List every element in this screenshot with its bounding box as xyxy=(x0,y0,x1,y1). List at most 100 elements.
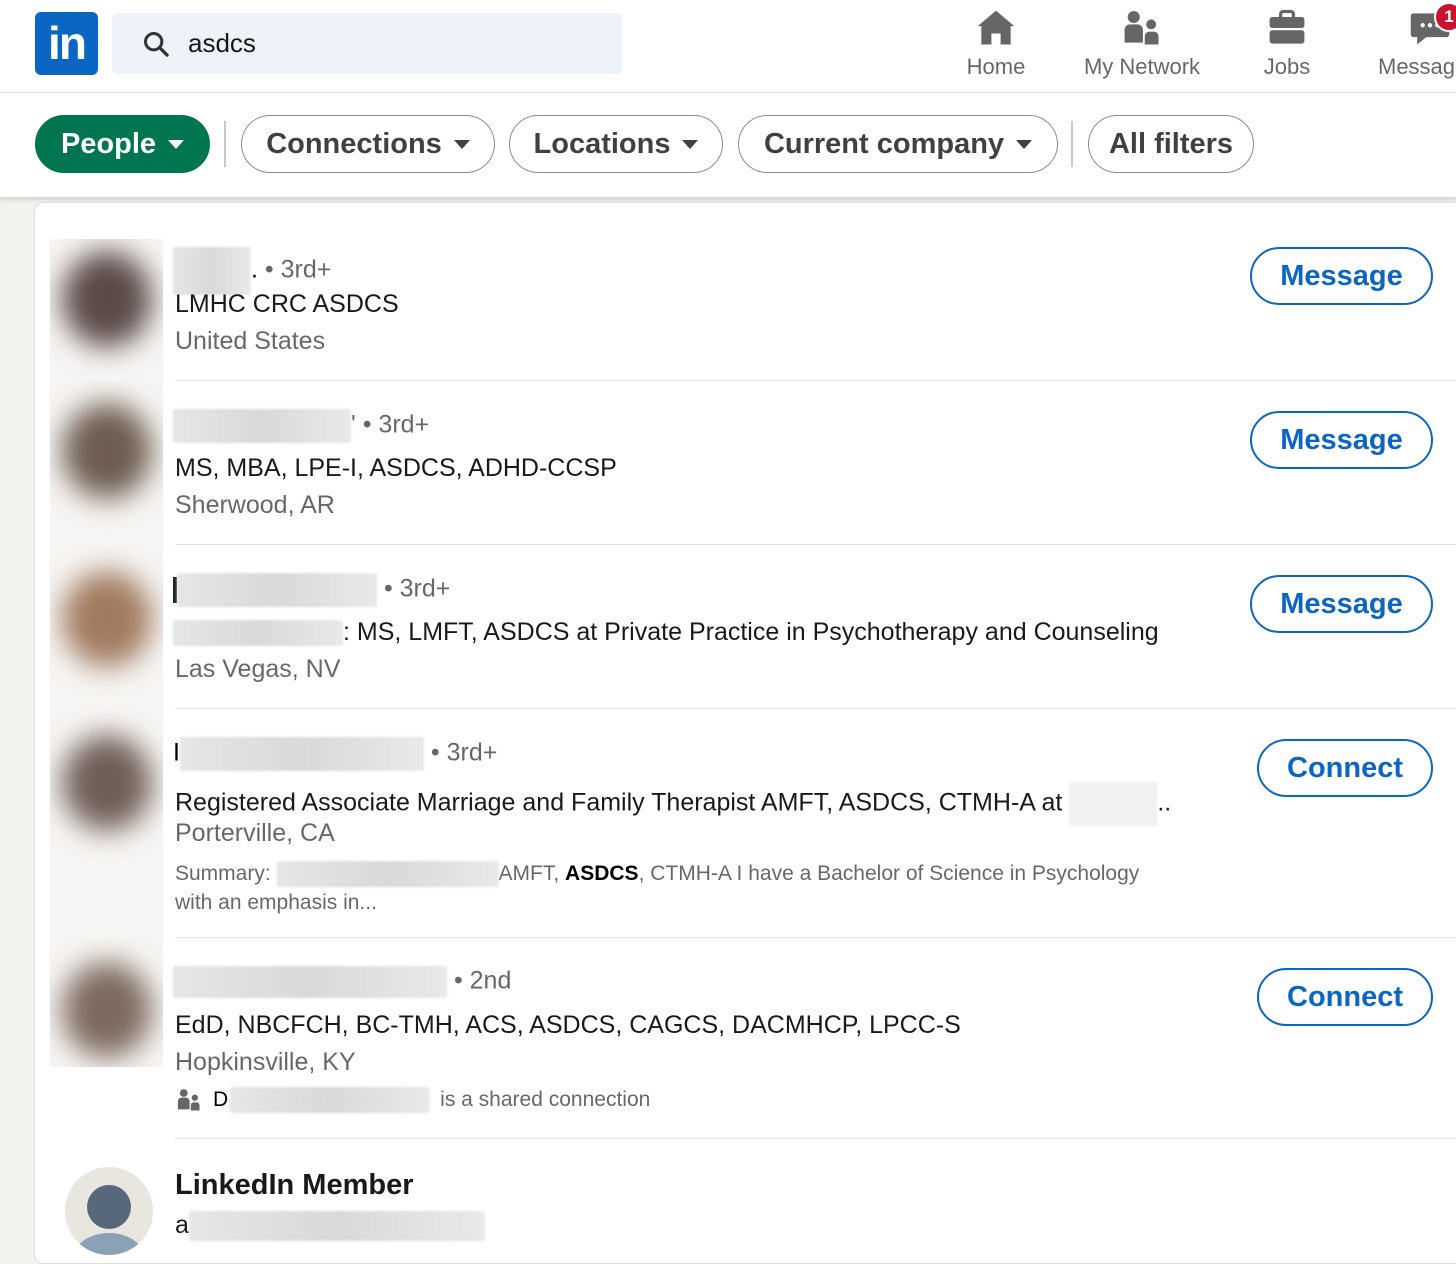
top-navigation-bar: in Home My Network Jobs xyxy=(0,0,1456,93)
home-icon xyxy=(977,10,1015,45)
result-name-line[interactable]: ' • 3rd+ xyxy=(173,409,429,443)
chevron-down-icon xyxy=(168,139,185,149)
filter-connections-label: Connections xyxy=(266,127,442,160)
result-location: Las Vegas, NV xyxy=(175,655,341,683)
search-icon xyxy=(143,31,169,57)
result-name-line[interactable]: I • 3rd+ xyxy=(173,737,497,771)
search-result-row[interactable]: • 3rd+ : MS, LMFT, ASDCS at Private Prac… xyxy=(35,545,1456,709)
redacted-name xyxy=(179,737,424,771)
nav-jobs-label: Jobs xyxy=(1263,54,1311,79)
connect-button[interactable]: Connect xyxy=(1257,739,1433,797)
filter-people-label: People xyxy=(60,127,157,160)
shared-prefix: D xyxy=(213,1088,229,1111)
redacted-name xyxy=(230,1086,431,1113)
avatar-color-blob xyxy=(62,403,152,499)
result-headline: MS, MBA, LPE-I, ASDCS, ADHD-CCSP xyxy=(175,454,617,482)
redacted-name xyxy=(173,966,447,998)
search-results-list: . • 3rd+ LMHC CRC ASDCS United States Me… xyxy=(34,202,1456,1264)
result-location: Sherwood, AR xyxy=(175,491,335,519)
search-result-row[interactable]: I • 3rd+ Registered Associate Marriage a… xyxy=(35,709,1456,938)
search-input[interactable] xyxy=(186,27,570,60)
summary-label: Summary: xyxy=(175,862,271,885)
result-location: United States xyxy=(175,327,326,355)
nav-jobs[interactable]: Jobs xyxy=(1255,6,1319,88)
result-headline: LMHC CRC ASDCS xyxy=(175,290,399,318)
person-silhouette-icon xyxy=(73,1185,145,1255)
result-location: Hopkinsville, KY xyxy=(175,1048,356,1076)
connection-degree: • 2nd xyxy=(453,966,512,995)
filter-divider xyxy=(224,121,226,167)
connection-degree: • 3rd+ xyxy=(383,574,451,603)
filter-current-company[interactable]: Current company xyxy=(738,115,1058,173)
profile-photo[interactable] xyxy=(50,545,163,709)
result-headline: Registered Associate Marriage and Family… xyxy=(175,788,1063,817)
nav-home-label: Home xyxy=(966,54,1026,79)
search-result-row[interactable]: • 2nd EdD, NBCFCH, BC-TMH, ACS, ASDCS, C… xyxy=(35,938,1456,1076)
member-headline-prefix: a xyxy=(175,1211,189,1239)
nav-messaging-label: Messag xyxy=(1378,54,1456,79)
redacted-name xyxy=(173,247,251,295)
summary-rest: , CTMH-A I have a Bachelor of Science in… xyxy=(638,862,1140,885)
avatar-color-blob xyxy=(62,962,152,1058)
redacted-text xyxy=(276,861,499,888)
filter-all-filters[interactable]: All filters xyxy=(1088,115,1254,173)
filter-locations-label: Locations xyxy=(533,127,671,160)
avatar-color-blob xyxy=(62,735,152,831)
search-result-row[interactable]: ' • 3rd+ MS, MBA, LPE-I, ASDCS, ADHD-CCS… xyxy=(35,381,1456,545)
profile-photo[interactable] xyxy=(50,938,163,1067)
headline-prefix: : xyxy=(343,618,350,646)
redacted-name xyxy=(177,573,377,607)
name-prefix: I xyxy=(173,738,180,767)
message-button[interactable]: Message xyxy=(1250,247,1433,305)
network-icon xyxy=(1124,10,1159,45)
redacted-text xyxy=(173,620,343,647)
message-button[interactable]: Message xyxy=(1250,575,1433,633)
summary-highlight: ASDCS xyxy=(565,862,639,885)
search-filter-bar: People Connections Locations Current com… xyxy=(0,93,1456,197)
result-name-line[interactable]: • 2nd xyxy=(173,966,511,998)
profile-photo[interactable] xyxy=(50,381,163,545)
filter-people[interactable]: People xyxy=(35,115,210,173)
nav-home[interactable]: Home xyxy=(955,6,1037,88)
profile-photo[interactable] xyxy=(50,709,163,938)
filter-locations[interactable]: Locations xyxy=(509,115,723,173)
summary-mid: AMFT, xyxy=(498,862,560,885)
redacted-name xyxy=(173,409,351,443)
notification-badge: 1 xyxy=(1434,2,1456,32)
result-headline-line: : MS, LMFT, ASDCS at Private Practice in… xyxy=(173,618,1159,647)
filter-divider xyxy=(1071,121,1073,167)
redacted-text xyxy=(188,1211,485,1242)
avatar-color-blob xyxy=(62,571,152,667)
chevron-down-icon xyxy=(682,139,699,149)
shared-connection-line[interactable]: D is a shared connection xyxy=(175,1085,1225,1114)
filter-current-company-label: Current company xyxy=(763,127,1005,160)
nav-my-network[interactable]: My Network xyxy=(1078,6,1206,88)
message-button[interactable]: Message xyxy=(1250,411,1433,469)
shared-connection-icon xyxy=(177,1088,200,1110)
search-box[interactable] xyxy=(112,13,622,74)
filter-connections[interactable]: Connections xyxy=(241,115,495,173)
member-name[interactable]: LinkedIn Member xyxy=(175,1169,414,1202)
redacted-text xyxy=(1069,782,1158,826)
connection-degree: • 3rd+ xyxy=(264,255,332,284)
connection-degree: • 3rd+ xyxy=(362,410,430,439)
chevron-down-icon xyxy=(453,139,470,149)
profile-photo[interactable] xyxy=(50,239,163,382)
filter-all-filters-label: All filters xyxy=(1108,127,1234,160)
linkedin-logo[interactable]: in xyxy=(35,12,98,75)
headline-suffix: .. xyxy=(1157,788,1172,817)
name-suffix: . xyxy=(251,255,258,284)
shared-connection-text: is a shared connection xyxy=(440,1088,651,1111)
connection-degree: • 3rd+ xyxy=(430,738,498,767)
result-headline: EdD, NBCFCH, BC-TMH, ACS, ASDCS, CAGCS, … xyxy=(175,1011,961,1039)
nav-my-network-label: My Network xyxy=(1083,54,1201,79)
connect-button[interactable]: Connect xyxy=(1257,968,1433,1026)
summary-line2: with an emphasis in... xyxy=(175,891,377,914)
result-location: Porterville, CA xyxy=(175,819,335,847)
search-result-row[interactable]: LinkedIn Member a xyxy=(35,1139,1456,1263)
search-result-row[interactable]: . • 3rd+ LMHC CRC ASDCS United States Me… xyxy=(35,239,1456,382)
result-name-line[interactable]: • 3rd+ xyxy=(173,573,450,607)
avatar-color-blob xyxy=(62,251,152,347)
result-name-line[interactable]: . • 3rd+ xyxy=(173,247,331,295)
default-avatar[interactable] xyxy=(65,1167,153,1255)
